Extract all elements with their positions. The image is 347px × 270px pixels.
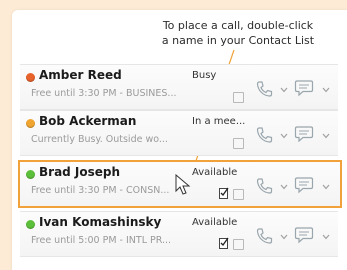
call-dropdown-chevron-down-icon[interactable]: [280, 87, 288, 93]
select-checkbox[interactable]: [233, 189, 244, 200]
call-dropdown-chevron-down-icon[interactable]: [280, 184, 288, 190]
select-checkbox[interactable]: [233, 138, 244, 149]
contact-status: Available: [192, 167, 238, 178]
contact-row-bob-ackerman[interactable]: Bob Ackerman In a mee... Currently Busy.…: [20, 110, 338, 156]
mouse-pointer-icon: [175, 174, 191, 195]
presence-busy-icon: [26, 119, 35, 128]
note-icon: [219, 187, 229, 199]
phone-icon[interactable]: [255, 126, 273, 144]
chat-bubble-icon[interactable]: [294, 79, 314, 97]
contact-name: Brad Joseph: [39, 165, 121, 179]
call-dropdown-chevron-down-icon[interactable]: [280, 133, 288, 139]
callout-line-2: a name in your Contact List: [161, 34, 315, 47]
instruction-callout: To place a call, double-click a name in …: [140, 18, 336, 48]
contact-row-ivan-komashinsky[interactable]: Ivan Komashinsky Available Free until 5:…: [20, 211, 338, 257]
contact-status: Busy: [192, 70, 217, 81]
presence-available-icon: [26, 170, 35, 179]
contact-name: Amber Reed: [39, 68, 122, 82]
presence-busy-icon: [26, 73, 35, 82]
contact-note: Free until 3:30 PM - CONSN...: [31, 185, 170, 196]
phone-icon[interactable]: [255, 177, 273, 195]
contact-name: Bob Ackerman: [39, 114, 137, 128]
phone-icon[interactable]: [255, 80, 273, 98]
note-icon: [219, 237, 229, 249]
contact-status: Available: [192, 217, 238, 228]
chat-bubble-icon[interactable]: [294, 226, 314, 244]
im-dropdown-chevron-down-icon[interactable]: [322, 184, 330, 190]
contact-status: In a mee...: [192, 116, 246, 127]
contact-row-brad-joseph[interactable]: Brad Joseph Available Free until 3:30 PM…: [18, 160, 342, 208]
select-checkbox[interactable]: [233, 239, 244, 250]
select-checkbox[interactable]: [233, 92, 244, 103]
contact-note: Currently Busy. Outside wo...: [31, 134, 168, 145]
phone-icon[interactable]: [255, 227, 273, 245]
im-dropdown-chevron-down-icon[interactable]: [322, 133, 330, 139]
contact-row-amber-reed[interactable]: Amber Reed Busy Free until 3:30 PM - BUS…: [20, 64, 338, 110]
presence-available-icon: [26, 220, 35, 229]
im-dropdown-chevron-down-icon[interactable]: [322, 234, 330, 240]
chat-bubble-icon[interactable]: [294, 125, 314, 143]
contact-note: Free until 3:30 PM - BUSINES...: [31, 88, 177, 99]
chat-bubble-icon[interactable]: [294, 176, 314, 194]
callout-line-1: To place a call, double-click: [162, 19, 314, 32]
call-dropdown-chevron-down-icon[interactable]: [280, 234, 288, 240]
im-dropdown-chevron-down-icon[interactable]: [322, 87, 330, 93]
contact-name: Ivan Komashinsky: [39, 215, 162, 229]
contact-note: Free until 5:00 PM - INTL PR...: [31, 235, 172, 246]
